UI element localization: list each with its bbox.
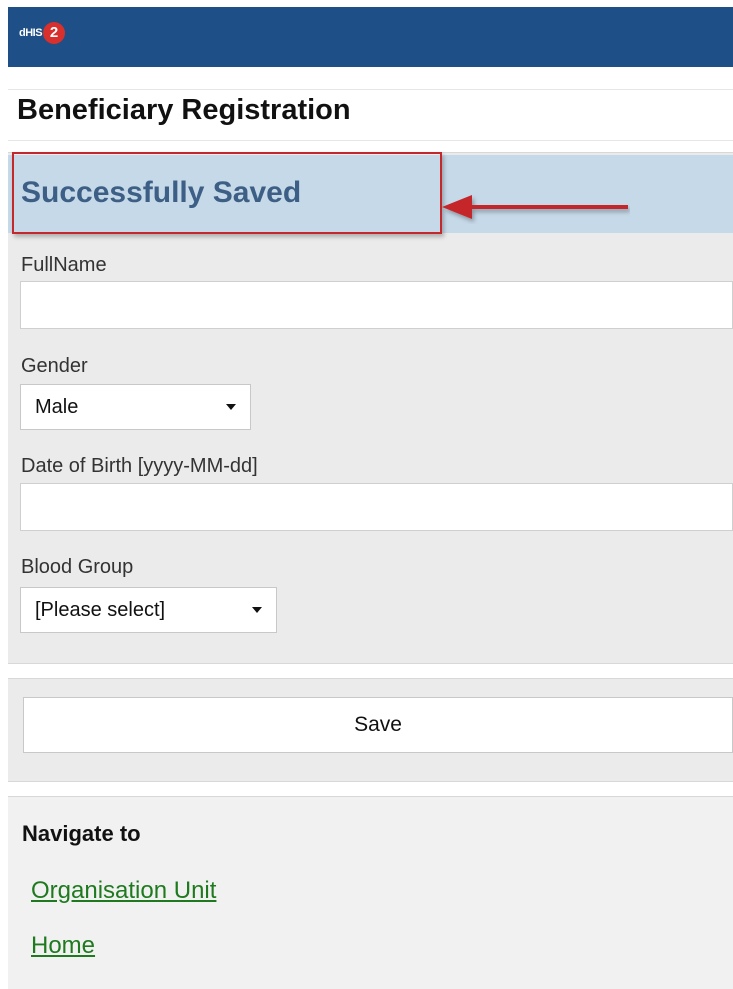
dhis2-logo[interactable]: dHIS 2 (19, 22, 66, 44)
dob-input[interactable] (20, 483, 733, 531)
gender-selected-value: Male (35, 395, 79, 418)
page-title: Beneficiary Registration (17, 94, 351, 126)
success-message: Successfully Saved (21, 176, 302, 209)
nav-link-home[interactable]: Home (31, 932, 95, 960)
save-button[interactable]: Save (23, 697, 733, 753)
gender-select[interactable]: Male (20, 384, 251, 430)
blood-group-label: Blood Group (21, 556, 134, 578)
gender-label: Gender (21, 355, 88, 377)
annotation-arrow-icon (442, 195, 628, 219)
navigation-title: Navigate to (22, 821, 141, 846)
top-bar (8, 7, 733, 67)
blood-group-selected-value: [Please select] (35, 598, 166, 621)
logo-badge: 2 (43, 22, 66, 44)
chevron-down-icon (252, 607, 262, 613)
fullname-input[interactable] (20, 281, 733, 329)
blood-group-select[interactable]: [Please select] (20, 587, 277, 633)
dob-label: Date of Birth [yyyy-MM-dd] (21, 455, 258, 477)
chevron-down-icon (226, 404, 236, 410)
nav-link-organisation-unit[interactable]: Organisation Unit (31, 877, 216, 905)
logo-text: dHIS (19, 27, 43, 39)
fullname-label: FullName (21, 254, 107, 276)
